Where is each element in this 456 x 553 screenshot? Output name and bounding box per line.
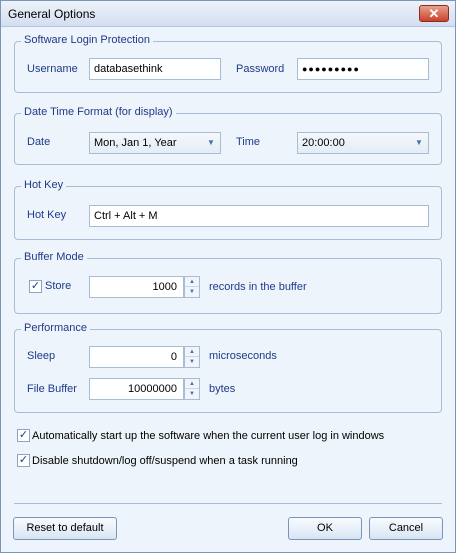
sleep-label: Sleep <box>27 350 56 362</box>
buffer-size-field[interactable]: 1000 <box>89 276 184 298</box>
autostart-checkbox[interactable]: ✓ <box>17 429 30 442</box>
performance-legend: Performance <box>21 322 90 334</box>
password-field[interactable]: ●●●●●●●●● <box>297 58 429 80</box>
username-field[interactable]: databasethink <box>89 58 221 80</box>
performance-group: Performance <box>14 322 442 413</box>
sleep-stepper[interactable]: ▲ ▼ <box>184 346 200 368</box>
time-label: Time <box>236 136 261 148</box>
chevron-down-icon[interactable]: ▼ <box>204 135 218 151</box>
filebuffer-label: File Buffer <box>27 383 77 395</box>
sleep-field[interactable]: 0 <box>89 346 184 368</box>
stepper-up-icon[interactable]: ▲ <box>185 277 199 287</box>
password-label: Password <box>236 63 285 75</box>
separator <box>14 503 442 504</box>
buffer-size-stepper[interactable]: ▲ ▼ <box>184 276 200 298</box>
stepper-down-icon[interactable]: ▼ <box>185 389 199 399</box>
filebuffer-stepper[interactable]: ▲ ▼ <box>184 378 200 400</box>
time-format-select[interactable]: 20:00:00 ▼ <box>297 132 429 154</box>
hotkey-field[interactable]: Ctrl + Alt + M <box>89 205 429 227</box>
stepper-down-icon[interactable]: ▼ <box>185 287 199 297</box>
window-title: General Options <box>8 7 96 21</box>
disable-shutdown-label[interactable]: Disable shutdown/log off/suspend when a … <box>32 455 298 467</box>
filebuffer-unit: bytes <box>209 383 236 395</box>
general-options-window: General Options ✕ Software Login Protect… <box>0 0 456 553</box>
buffer-suffix: records in the buffer <box>209 281 307 293</box>
autostart-label[interactable]: Automatically start up the software when… <box>32 430 384 442</box>
stepper-up-icon[interactable]: ▲ <box>185 379 199 389</box>
time-format-value: 20:00:00 <box>302 137 345 149</box>
hotkey-legend: Hot Key <box>21 179 67 191</box>
sleep-unit: microseconds <box>209 350 277 362</box>
datetime-legend: Date Time Format (for display) <box>21 106 176 118</box>
close-icon[interactable]: ✕ <box>419 5 449 22</box>
stepper-up-icon[interactable]: ▲ <box>185 347 199 357</box>
disable-shutdown-checkbox[interactable]: ✓ <box>17 454 30 467</box>
reset-to-default-button[interactable]: Reset to default <box>13 517 117 540</box>
filebuffer-field[interactable]: 10000000 <box>89 378 184 400</box>
title-bar: General Options ✕ <box>1 1 455 27</box>
chevron-down-icon[interactable]: ▼ <box>412 135 426 151</box>
check-icon: ✓ <box>18 454 29 466</box>
date-label: Date <box>27 136 51 148</box>
date-format-value: Mon, Jan 1, Year <box>94 137 177 149</box>
ok-button[interactable]: OK <box>288 517 362 540</box>
buffer-legend: Buffer Mode <box>21 251 87 263</box>
login-legend: Software Login Protection <box>21 34 153 46</box>
date-format-select[interactable]: Mon, Jan 1, Year ▼ <box>89 132 221 154</box>
check-icon: ✓ <box>18 429 29 441</box>
stepper-down-icon[interactable]: ▼ <box>185 357 199 367</box>
hotkey-label: Hot Key <box>27 209 67 221</box>
store-checkbox[interactable]: ✓ <box>29 280 42 293</box>
store-label: Store <box>45 280 72 292</box>
username-label: Username <box>27 63 78 75</box>
cancel-button[interactable]: Cancel <box>369 517 443 540</box>
check-icon: ✓ <box>30 280 41 292</box>
